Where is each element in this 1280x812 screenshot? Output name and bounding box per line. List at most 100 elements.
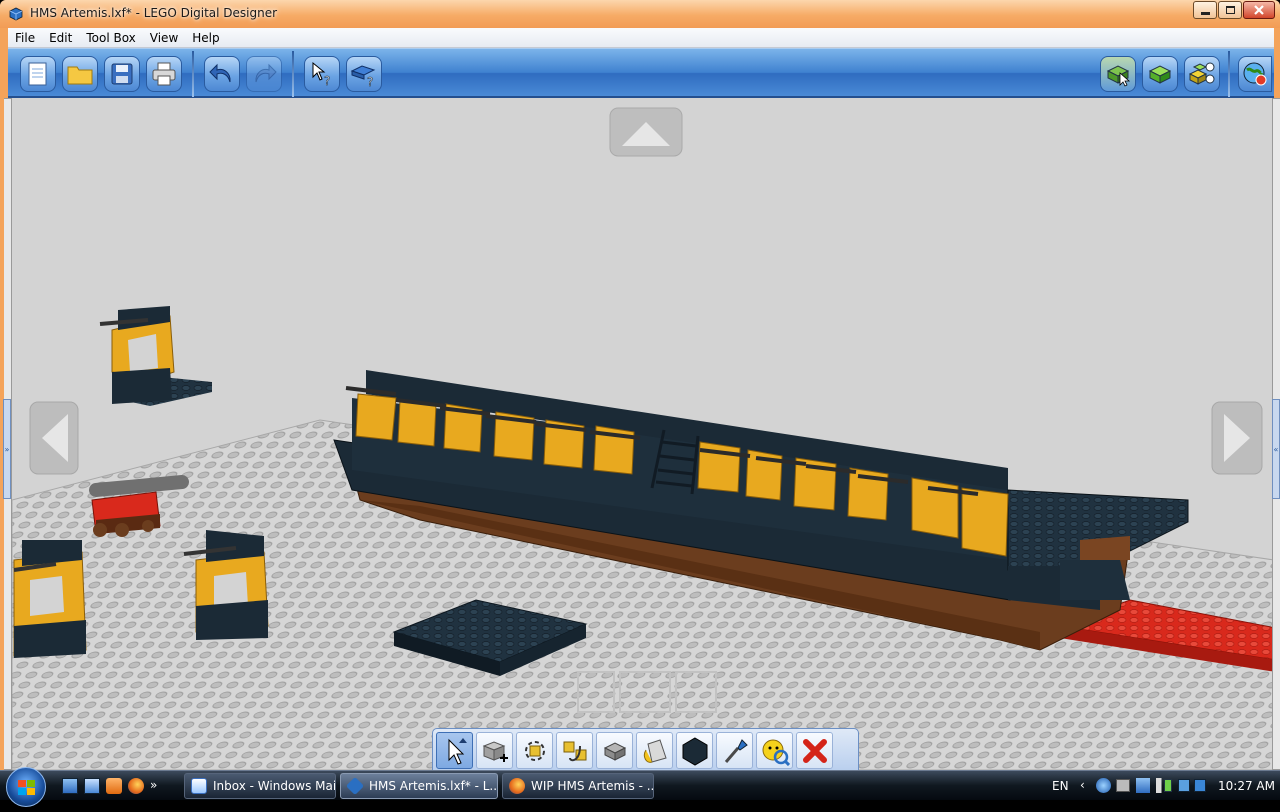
firefox-quicklaunch-icon[interactable]	[128, 778, 144, 794]
brick-help-icon: ?	[350, 65, 376, 87]
delete-tool-button[interactable]	[796, 732, 833, 769]
web-upload-icon	[1243, 62, 1267, 86]
building-guide-icon	[1188, 62, 1215, 85]
task-label: WIP HMS Artemis - ...	[531, 779, 654, 793]
app-window: HMS Artemis.lxf* - LEGO Digital Designer…	[0, 0, 1280, 772]
redo-button[interactable]	[246, 56, 282, 92]
system-tray: EN ‹ 10:27 AM	[1040, 771, 1280, 801]
clock[interactable]: 10:27 AM	[1218, 779, 1275, 793]
eyedropper-icon	[724, 738, 748, 763]
color-swatch-button[interactable]	[676, 732, 713, 769]
task-label: HMS Artemis.lxf* - L...	[369, 779, 498, 793]
language-indicator[interactable]: EN	[1052, 779, 1069, 793]
switch-windows-icon[interactable]	[84, 778, 100, 794]
sync-icon[interactable]	[1194, 779, 1206, 792]
building-guide-button[interactable]	[1184, 56, 1220, 92]
save-button[interactable]	[104, 56, 140, 92]
menu-edit[interactable]: Edit	[42, 28, 79, 48]
open-file-button[interactable]	[62, 56, 98, 92]
clone-tool-button[interactable]	[476, 732, 513, 769]
title-bar[interactable]: HMS Artemis.lxf* - LEGO Digital Designer	[0, 0, 1280, 28]
windows-mail-icon	[191, 778, 207, 794]
hide-tool-button[interactable]	[756, 732, 793, 769]
toolbar-separator	[1228, 51, 1230, 97]
quicklaunch-more-button[interactable]: »	[150, 778, 157, 794]
toolbar-separator	[292, 51, 294, 97]
svg-text:?: ?	[324, 74, 330, 87]
paint-tool-button[interactable]	[636, 732, 673, 769]
restore-icon	[1225, 6, 1235, 14]
select-arrow-icon	[448, 737, 467, 765]
color-swatch-icon	[682, 736, 707, 766]
double-chevron-right-icon: »	[4, 444, 10, 454]
show-desktop-icon[interactable]	[62, 778, 78, 794]
eyedropper-tool-button[interactable]	[716, 732, 753, 769]
gun-mount-model[interactable]	[13, 540, 87, 658]
new-file-icon	[28, 62, 47, 86]
3d-build-viewport[interactable]	[12, 98, 1274, 770]
firefox-icon	[509, 778, 525, 794]
media-center-icon[interactable]	[106, 778, 122, 794]
device-icon[interactable]	[1178, 779, 1190, 792]
taskbar-item-firefox[interactable]: WIP HMS Artemis - ...	[502, 773, 654, 799]
expand-left-panel-button[interactable]: »	[3, 399, 11, 499]
taskbar-item-lego-designer[interactable]: HMS Artemis.lxf* - L...	[340, 773, 498, 799]
maximize-button[interactable]	[1218, 1, 1242, 19]
windows-logo-icon	[18, 780, 35, 795]
build-mode-icon	[1106, 65, 1131, 87]
delete-icon	[802, 738, 827, 763]
hide-icon	[762, 739, 790, 766]
expand-right-panel-button[interactable]: «	[1272, 399, 1280, 499]
view-mode-icon	[1148, 65, 1172, 84]
build-mode-button[interactable]	[1100, 56, 1136, 92]
print-icon	[152, 62, 176, 86]
view-mode-button[interactable]	[1142, 56, 1178, 92]
lego-designer-icon	[9, 7, 23, 21]
select-help-icon: ?	[312, 61, 331, 87]
menu-file[interactable]: File	[8, 28, 42, 48]
select-help-button[interactable]: ?	[304, 56, 340, 92]
save-disk-icon	[111, 63, 133, 85]
menu-view[interactable]: View	[143, 28, 185, 48]
window-title: HMS Artemis.lxf* - LEGO Digital Designer	[30, 6, 278, 20]
tray-expand-icon[interactable]: ‹	[1080, 778, 1085, 792]
open-folder-icon	[67, 66, 93, 85]
start-button[interactable]	[6, 767, 46, 807]
flex-icon	[603, 741, 626, 761]
menu-bar: File Edit Tool Box View Help	[8, 28, 1274, 48]
network-globe-icon[interactable]	[1096, 778, 1111, 793]
brick-help-button[interactable]: ?	[346, 56, 382, 92]
close-button[interactable]	[1243, 1, 1275, 19]
flex-tool-button[interactable]	[596, 732, 633, 769]
main-toolbar: ? ?	[8, 48, 1274, 98]
undo-icon	[209, 63, 231, 83]
hinge-tool-button[interactable]	[516, 732, 553, 769]
clone-icon	[482, 740, 508, 762]
svg-text:?: ?	[367, 75, 373, 87]
select-tool-button[interactable]	[436, 732, 473, 769]
hinge-align-icon	[563, 741, 586, 761]
new-file-button[interactable]	[20, 56, 56, 92]
menu-help[interactable]: Help	[185, 28, 226, 48]
taskbar-item-windows-mail[interactable]: Inbox - Windows Mail	[184, 773, 336, 799]
battery-icon[interactable]	[1164, 779, 1172, 792]
minimize-icon	[1200, 11, 1210, 15]
safely-remove-icon[interactable]	[1116, 779, 1130, 792]
gun-mount-model[interactable]	[99, 306, 212, 406]
close-icon	[1254, 5, 1264, 15]
paint-bucket-icon	[643, 738, 667, 763]
print-button[interactable]	[146, 56, 182, 92]
network-icon[interactable]	[1136, 778, 1150, 793]
minimize-button[interactable]	[1193, 1, 1217, 19]
quick-launch: »	[62, 778, 157, 794]
left-panel-collapsed: »	[3, 98, 12, 770]
undo-button[interactable]	[204, 56, 240, 92]
hinge-icon	[524, 740, 545, 761]
scene-canvas[interactable]	[12, 98, 1274, 770]
menu-toolbox[interactable]: Tool Box	[79, 28, 142, 48]
web-upload-button[interactable]	[1238, 56, 1272, 92]
redo-icon	[255, 63, 277, 83]
tool-palette	[432, 728, 859, 772]
double-chevron-left-icon: «	[1273, 444, 1279, 454]
hinge-align-tool-button[interactable]	[556, 732, 593, 769]
